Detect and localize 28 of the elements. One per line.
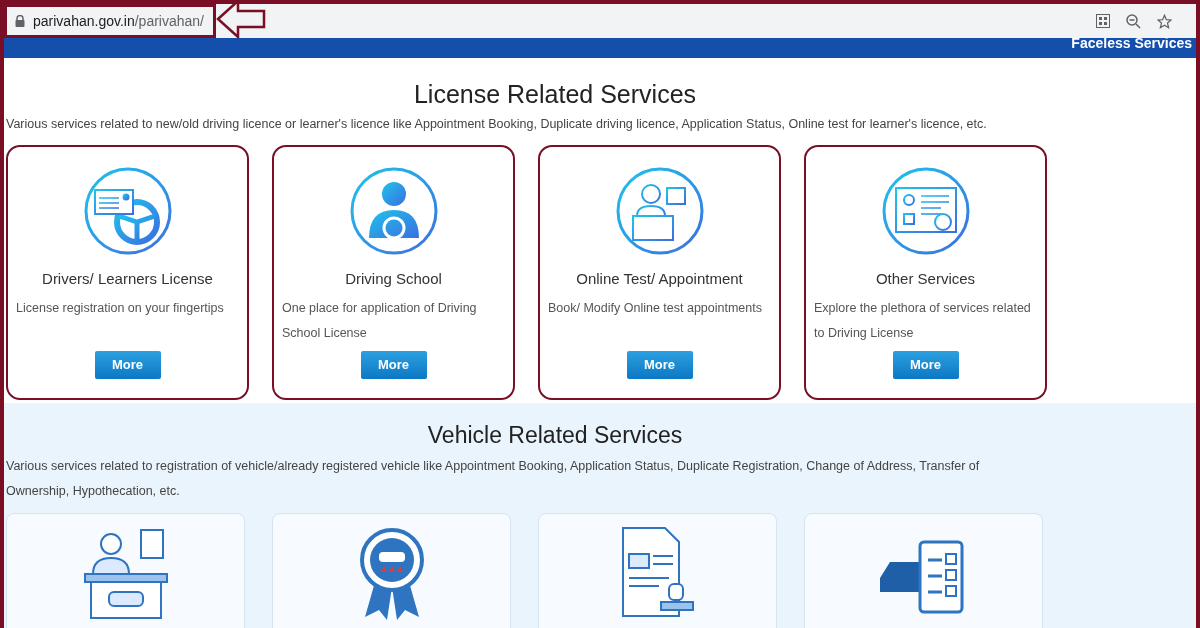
- url-text: parivahan.gov.in/parivahan/: [33, 11, 204, 31]
- more-button[interactable]: More: [94, 350, 161, 379]
- url-field[interactable]: parivahan.gov.in/parivahan/: [4, 4, 216, 38]
- section-heading: Vehicle Related Services: [426, 421, 684, 450]
- section-description: Various services related to new/old driving licence or learner's licence like Appointment Booking, Duplicate driving licence, Application Status, Online test for learner's licence, etc.: [5, 116, 988, 133]
- card-description: One place for application of Driving School License: [281, 299, 478, 342]
- section-heading: License Related Services: [412, 79, 698, 109]
- driver-icon: [348, 166, 439, 256]
- card-description: Book/ Modify Online test appointments: [547, 299, 763, 317]
- more-button[interactable]: More: [360, 350, 427, 379]
- bookmark-star-icon[interactable]: [1157, 13, 1172, 29]
- banner-text: Faceless Services: [1071, 38, 1192, 53]
- more-button[interactable]: More: [626, 350, 693, 379]
- license-card-icon: [82, 166, 173, 256]
- lock-icon: [15, 15, 25, 27]
- laptop-user-icon: [614, 166, 705, 256]
- more-button[interactable]: More: [892, 350, 959, 379]
- card-description: Explore the plethora of services related to Driving License: [813, 299, 1032, 342]
- card-title: Online Test/ Appointment: [576, 269, 743, 289]
- section-description: Various services related to registration of vehicle/already registered vehicle like Appointment Booking, Application Status, Duplicate Registration, Change of Address, Transfer of Ownership, Hypothecation, etc.: [5, 458, 981, 500]
- certificate-icon: [880, 166, 971, 256]
- card-title: Driving School: [345, 269, 442, 289]
- card-title: Drivers/ Learners License: [42, 269, 213, 289]
- card-title: Other Services: [875, 269, 976, 289]
- zoom-out-icon[interactable]: [1126, 13, 1141, 29]
- card-description: License registration on your fingertips: [15, 299, 225, 317]
- apps-icon[interactable]: [1096, 14, 1110, 28]
- arrow-annotation-icon: [216, 4, 268, 39]
